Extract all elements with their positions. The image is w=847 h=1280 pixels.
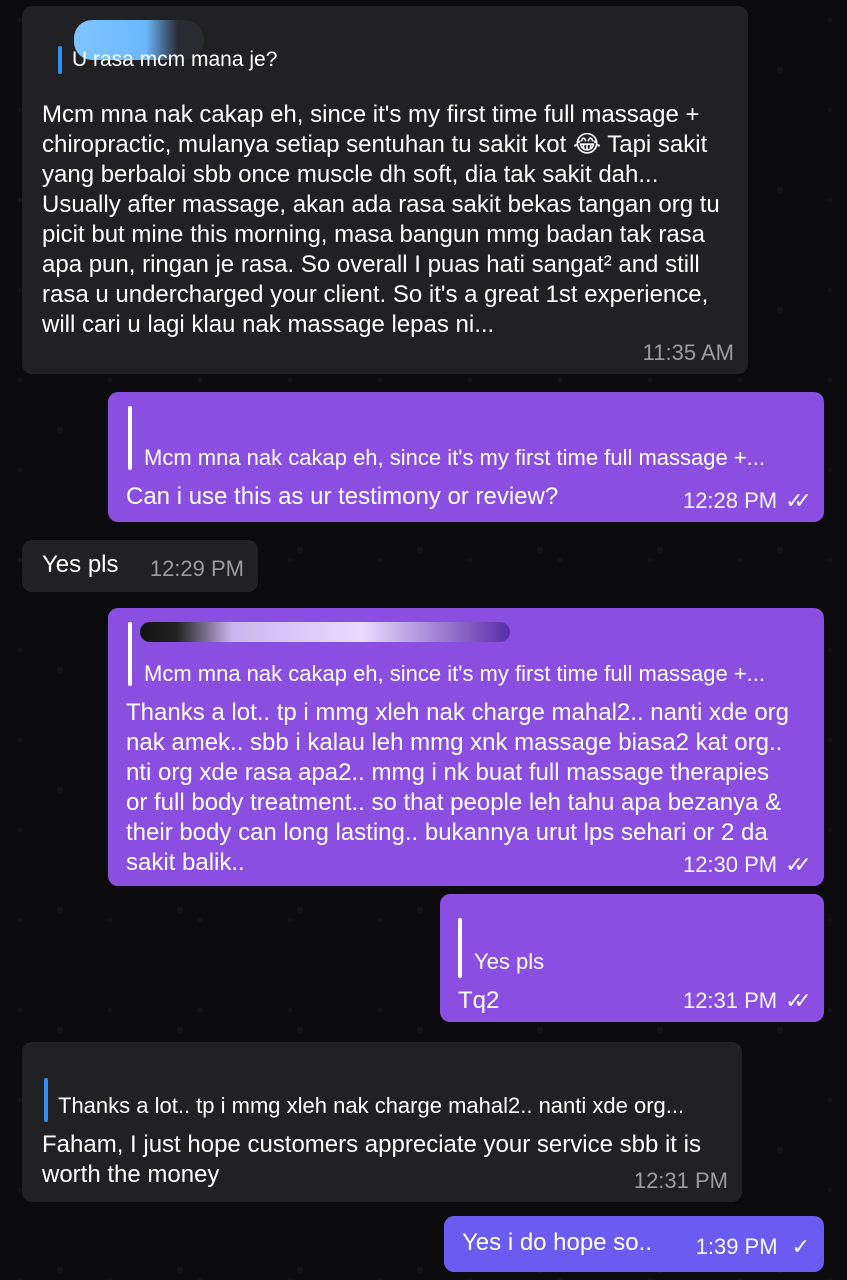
message-meta: 1:39 PM ✓	[696, 1232, 810, 1262]
message-text: Yes pls	[42, 551, 119, 578]
message-meta: 12:29 PM	[150, 554, 244, 584]
message-time: 12:29 PM	[149, 556, 244, 581]
double-check-icon: ✓✓	[785, 852, 812, 877]
message-bubble-incoming[interactable]: Thanks a lot.. tp i mmg xleh nak charge …	[22, 1042, 742, 1202]
message-meta: 12:28 PM ✓✓	[682, 486, 812, 516]
reply-quote-text: Mcm mna nak cakap eh, since it's my firs…	[144, 445, 766, 470]
reply-quote-text: Mcm mna nak cakap eh, since it's my firs…	[144, 661, 766, 686]
reply-quote[interactable]: U rasa mcm mana je?	[58, 46, 732, 74]
chat-area[interactable]: U rasa mcm mana je? Mcm mna nak cakap eh…	[0, 0, 847, 1280]
double-check-icon: ✓✓	[785, 988, 812, 1013]
message-time: 12:31 PM	[682, 988, 778, 1013]
message-text: Mcm mna nak cakap eh, since it's my firs…	[42, 101, 720, 338]
message-meta: 12:31 PM	[634, 1166, 728, 1196]
message-text: Yes i do hope so..	[462, 1229, 652, 1256]
message-time: 1:39 PM	[695, 1234, 778, 1259]
message-meta: 12:31 PM ✓✓	[682, 986, 812, 1016]
reply-quote-text: U rasa mcm mana je?	[72, 48, 278, 71]
message-bubble-incoming[interactable]: U rasa mcm mana je? Mcm mna nak cakap eh…	[22, 6, 748, 374]
message-bubble-outgoing[interactable]: Mcm mna nak cakap eh, since it's my firs…	[108, 392, 824, 522]
message-bubble-outgoing[interactable]: Yes i do hope so.. 1:39 PM ✓	[444, 1216, 824, 1272]
message-meta: 11:35 AM	[643, 338, 734, 368]
message-time: 12:30 PM	[682, 852, 778, 877]
message-time: 11:35 AM	[642, 340, 734, 365]
reply-quote[interactable]: Mcm mna nak cakap eh, since it's my firs…	[128, 406, 812, 470]
message-time: 12:31 PM	[633, 1168, 728, 1193]
reply-quote[interactable]: Mcm mna nak cakap eh, since it's my firs…	[128, 622, 812, 686]
message-bubble-outgoing[interactable]: Mcm mna nak cakap eh, since it's my firs…	[108, 608, 824, 886]
message-meta: 12:30 PM ✓✓	[682, 850, 812, 880]
reply-quote-text: Thanks a lot.. tp i mmg xleh nak charge …	[58, 1093, 685, 1118]
message-text: Can i use this as ur testimony or review…	[126, 483, 559, 510]
message-bubble-incoming[interactable]: Yes pls 12:29 PM	[22, 540, 258, 592]
message-bubble-outgoing[interactable]: Yes pls Tq2 12:31 PM ✓✓	[440, 894, 824, 1022]
reply-quote[interactable]: Thanks a lot.. tp i mmg xleh nak charge …	[44, 1078, 736, 1122]
message-time: 12:28 PM	[682, 488, 778, 513]
single-check-icon: ✓	[791, 1234, 810, 1259]
reply-quote-text: Yes pls	[474, 949, 545, 974]
message-text: Faham, I just hope customers appreciate …	[42, 1131, 701, 1188]
message-text: Tq2	[458, 987, 500, 1014]
double-check-icon: ✓✓	[785, 488, 812, 513]
reply-quote[interactable]: Yes pls	[458, 918, 590, 978]
